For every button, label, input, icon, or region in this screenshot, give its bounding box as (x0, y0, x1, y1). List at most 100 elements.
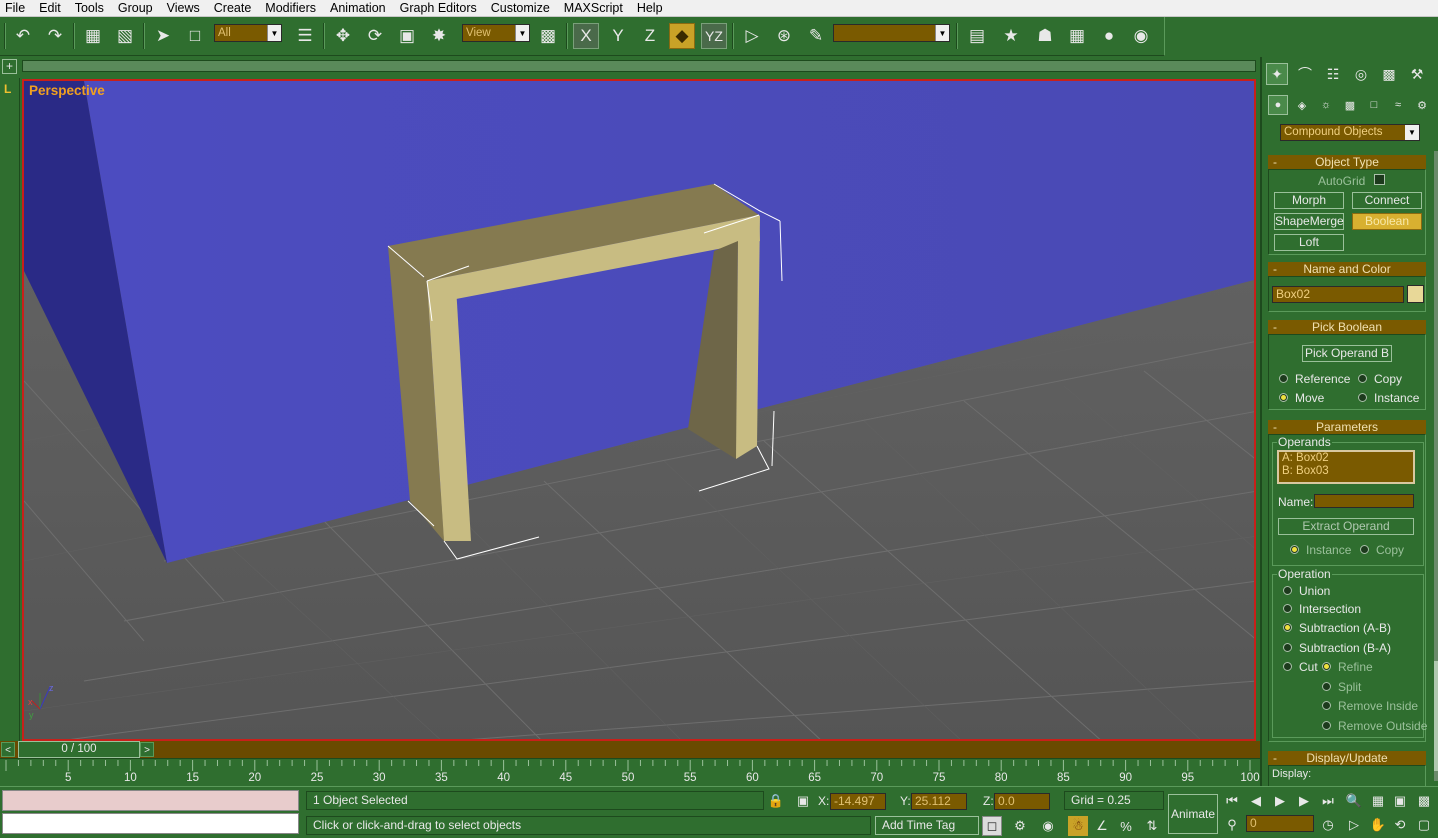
boolean-button[interactable]: Boolean (1352, 213, 1422, 230)
material-editor-icon[interactable]: ▦ (1064, 23, 1090, 49)
y-coord-field[interactable]: 25.112 (911, 793, 967, 810)
zoom-extents-icon[interactable]: ▣ (1390, 791, 1410, 811)
menu-file[interactable]: File (0, 0, 32, 16)
menu-views[interactable]: Views (160, 0, 207, 16)
menu-create[interactable]: Create (207, 0, 259, 16)
x-coord-field[interactable]: -14.497 (830, 793, 886, 810)
array-icon[interactable]: ⊛ (771, 23, 797, 49)
transform-type-in-icon[interactable]: ◻ (982, 816, 1002, 836)
geometry-category-icon[interactable]: ● (1268, 95, 1288, 115)
command-panel-scrollbar[interactable] (1434, 151, 1438, 781)
quick-render-icon[interactable]: ◉ (1128, 23, 1154, 49)
union-radio[interactable] (1283, 586, 1292, 595)
select-by-name-icon[interactable]: ☰ (292, 23, 318, 49)
subtraction-ab-radio[interactable] (1283, 623, 1292, 632)
remove-inside-radio[interactable] (1322, 701, 1331, 710)
restrict-plane-icon[interactable]: ◆ (669, 23, 695, 49)
lights-category-icon[interactable]: ☼ (1316, 95, 1336, 115)
selection-filter-dropdown[interactable]: All ▼ (214, 24, 282, 42)
motion-tab-icon[interactable]: ◎ (1350, 63, 1372, 85)
menu-modifiers[interactable]: Modifiers (258, 0, 323, 16)
restrict-yz-button[interactable]: YZ (701, 23, 727, 49)
plus-icon[interactable]: + (2, 59, 17, 74)
next-frame-icon[interactable]: ▶ (1294, 791, 1314, 811)
play-icon[interactable]: ▶ (1270, 791, 1290, 811)
previous-frame-icon[interactable]: ◀ (1246, 791, 1266, 811)
operands-list[interactable]: A: Box02 B: Box03 (1277, 450, 1415, 484)
z-coord-field[interactable]: 0.0 (994, 793, 1050, 810)
key-mode-icon[interactable]: ⚲ (1222, 815, 1242, 835)
split-radio[interactable] (1322, 682, 1331, 691)
cut-radio[interactable] (1283, 662, 1292, 671)
layer-manager-icon[interactable]: ▤ (964, 23, 990, 49)
select-and-manipulate-icon[interactable]: ✸ (426, 23, 452, 49)
menu-graph-editors[interactable]: Graph Editors (393, 0, 484, 16)
shapemerge-button[interactable]: ShapeMerge (1274, 213, 1344, 230)
zoom-icon[interactable]: 🔍 (1344, 791, 1364, 811)
maxscript-listener-input[interactable] (2, 790, 299, 811)
animate-button[interactable]: Animate (1168, 794, 1218, 834)
hierarchy-tab-icon[interactable]: ☷ (1322, 63, 1344, 85)
object-color-swatch[interactable] (1407, 285, 1424, 303)
restrict-z-button[interactable]: Z (637, 23, 663, 49)
move-radio[interactable] (1279, 393, 1288, 402)
go-to-end-icon[interactable]: ⏭ (1318, 791, 1338, 811)
arc-rotate-icon[interactable]: ⟲ (1390, 815, 1410, 835)
object-type-rollout-header[interactable]: - Object Type (1268, 155, 1426, 169)
go-to-start-icon[interactable]: ⏮ (1222, 791, 1242, 811)
geometry-type-dropdown[interactable]: Compound Objects ▼ (1280, 124, 1420, 141)
operand-name-field[interactable] (1314, 494, 1414, 508)
field-of-view-icon[interactable]: ▷ (1344, 815, 1364, 835)
helpers-category-icon[interactable]: □ (1364, 95, 1384, 115)
degradation-override-icon[interactable]: ⚙ (1010, 816, 1030, 836)
intersection-radio[interactable] (1283, 604, 1292, 613)
instance-radio[interactable] (1358, 393, 1367, 402)
align-icon[interactable]: ✎ (803, 23, 829, 49)
reference-radio[interactable] (1279, 374, 1288, 383)
morph-button[interactable]: Morph (1274, 192, 1344, 209)
track-bar[interactable] (22, 60, 1256, 72)
menu-maxscript[interactable]: MAXScript (557, 0, 630, 16)
select-object-icon[interactable]: ➤ (150, 23, 176, 49)
render-scene-icon[interactable]: ● (1096, 23, 1122, 49)
angle-snap-icon[interactable]: ∠ (1092, 816, 1112, 836)
next-frame-button[interactable]: > (140, 742, 154, 757)
restrict-x-button[interactable]: X (573, 23, 599, 49)
extract-operand-button[interactable]: Extract Operand (1278, 518, 1414, 535)
shapes-category-icon[interactable]: ◈ (1292, 95, 1312, 115)
extract-instance-radio[interactable] (1290, 545, 1299, 554)
time-configuration-icon[interactable]: ◷ (1318, 815, 1338, 835)
viewport-label[interactable]: Perspective (29, 83, 105, 98)
pivot-center-icon[interactable]: ▩ (535, 23, 561, 49)
connect-button[interactable]: Connect (1352, 192, 1422, 209)
menu-tools[interactable]: Tools (68, 0, 111, 16)
redo-icon[interactable]: ↷ (42, 23, 68, 49)
operand-a-item[interactable]: A: Box02 (1279, 452, 1413, 465)
display-tab-icon[interactable]: ▩ (1378, 63, 1400, 85)
named-selection-dropdown[interactable]: ▼ (833, 24, 950, 42)
zoom-extents-all-icon[interactable]: ▩ (1414, 791, 1434, 811)
lock-icon[interactable]: 🔒 (766, 791, 786, 811)
pick-operand-b-button[interactable]: Pick Operand B (1302, 345, 1392, 362)
reference-coordinate-dropdown[interactable]: View ▼ (462, 24, 530, 42)
pick-boolean-rollout-header[interactable]: - Pick Boolean (1268, 320, 1426, 334)
prev-frame-button[interactable]: < (1, 742, 15, 757)
extract-copy-radio[interactable] (1360, 545, 1369, 554)
perspective-viewport[interactable]: Perspective z x y (22, 79, 1256, 741)
menu-edit[interactable]: Edit (32, 0, 68, 16)
pan-view-icon[interactable]: ✋ (1368, 815, 1388, 835)
time-slider-thumb[interactable]: 0 / 100 (18, 741, 140, 758)
menu-animation[interactable]: Animation (323, 0, 393, 16)
restrict-y-button[interactable]: Y (605, 23, 631, 49)
systems-category-icon[interactable]: ⚙ (1412, 95, 1432, 115)
percent-snap-icon[interactable]: % (1116, 816, 1136, 836)
rectangular-selection-icon[interactable]: □ (182, 23, 208, 49)
modify-tab-icon[interactable]: ⌒ (1294, 63, 1316, 85)
menu-help[interactable]: Help (630, 0, 670, 16)
space-warps-category-icon[interactable]: ≈ (1388, 95, 1408, 115)
menu-customize[interactable]: Customize (484, 0, 557, 16)
snap-toggle-icon[interactable]: ◉ (1038, 816, 1058, 836)
curve-editor-icon[interactable]: ★ (998, 23, 1024, 49)
select-and-scale-icon[interactable]: ▣ (394, 23, 420, 49)
maximize-viewport-icon[interactable]: ▢ (1414, 815, 1434, 835)
